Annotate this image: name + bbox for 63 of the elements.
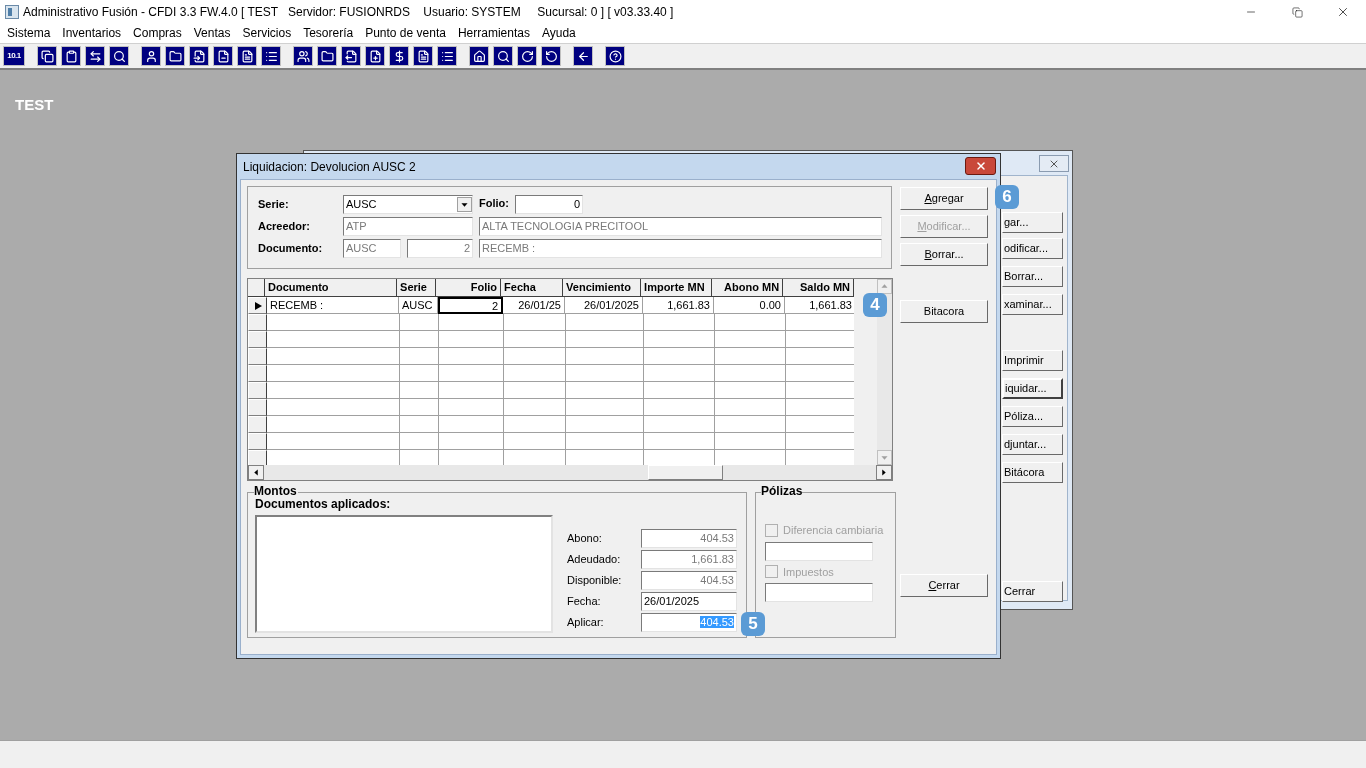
menu-item[interactable]: Servicios [236,24,298,43]
column-header[interactable]: Serie [397,279,437,297]
dialog-button[interactable]: Cerrar [900,574,988,597]
table-cell: 0.00 [714,297,785,314]
column-header[interactable]: Abono MN [712,279,784,297]
table-cell: 26/01/2025 [565,297,643,314]
column-header[interactable]: Documento [265,279,398,297]
window-button[interactable]: Póliza... [1002,406,1063,427]
menu-item[interactable]: Inventarios [56,24,128,43]
window-title: Administrativo Fusión - CFDI 3.3 FW.4.0 [ TEST Servidor: FUSIONRDS Usuario: SYSTEM Sucursal: 0 ] [ v03.33.40 ] [23,4,674,21]
field-label: Serie: [258,197,290,213]
window-button[interactable]: djuntar... [1002,434,1063,455]
text-field[interactable]: 0 [515,195,583,214]
field-label: Acreedor: [258,219,311,235]
field-label: Folio: [479,196,510,211]
window-button[interactable]: Bitácora [1002,462,1063,483]
window-button[interactable]: Borrar... [1002,266,1063,287]
field-label: Aplicar: [567,615,605,631]
menu-item[interactable]: Herramientas [451,24,536,43]
dialog-button[interactable]: Borrar... [900,243,988,266]
field-label: Disponible: [567,573,623,589]
list-label: Documentos aplicados: [255,498,392,511]
table-cell: 1,661.83 [785,297,855,314]
column-header[interactable]: Saldo MN [783,279,855,297]
group-title: Pólizas [761,485,803,498]
column-header[interactable]: Importe MN [641,279,713,297]
dialog-button[interactable]: Agregar [900,187,988,210]
workspace-label: TEST [15,95,54,115]
step-badge: 4 [863,293,887,317]
table-cell: 1,661.83 [643,297,714,314]
window-button[interactable]: gar... [1002,212,1063,233]
column-header[interactable]: Fecha [501,279,564,297]
text-field[interactable]: 26/01/2025 [641,592,737,611]
dialog-button[interactable]: Bitacora [900,300,988,323]
window-button[interactable]: iquidar... [1002,378,1063,399]
field-label: Fecha: [567,594,602,610]
table-cell: 26/01/25 [503,297,565,314]
checkbox-label: Diferencia cambiaria [783,523,884,538]
serie-dropdown[interactable]: AUSC [343,195,473,214]
checkbox-label: Impuestos [783,564,834,580]
table-cell: AUSC [399,297,438,314]
window-button[interactable]: xaminar... [1002,294,1063,315]
table-cell: 2 [438,297,503,314]
window-button[interactable]: odificar... [1002,238,1063,259]
step-badge: 5 [741,612,765,636]
menu-item[interactable]: Compras [127,24,188,43]
column-header[interactable]: Vencimiento [563,279,642,297]
menu-item[interactable]: Ventas [187,24,237,43]
toolbar-button[interactable]: 10.1 [3,46,25,66]
window-button[interactable]: Imprimir [1002,350,1063,371]
group-title: Montos [254,485,298,498]
menu-item[interactable]: Punto de venta [359,24,452,43]
column-header[interactable]: Folio [436,279,502,297]
field-label: Abono: [567,531,603,547]
field-label: Documento: [258,241,324,257]
step-badge: 6 [995,185,1019,209]
window-button[interactable]: Cerrar [1002,581,1063,602]
table-cell: RECEMB : [267,297,399,314]
menu-item[interactable]: Tesorería [297,24,360,43]
field-label: Adeudado: [567,552,622,568]
menu-item[interactable]: Ayuda [535,24,582,43]
menu-item[interactable]: Sistema [1,24,57,43]
dialog-title: Liquidacion: Devolucion AUSC 2 [243,158,416,176]
